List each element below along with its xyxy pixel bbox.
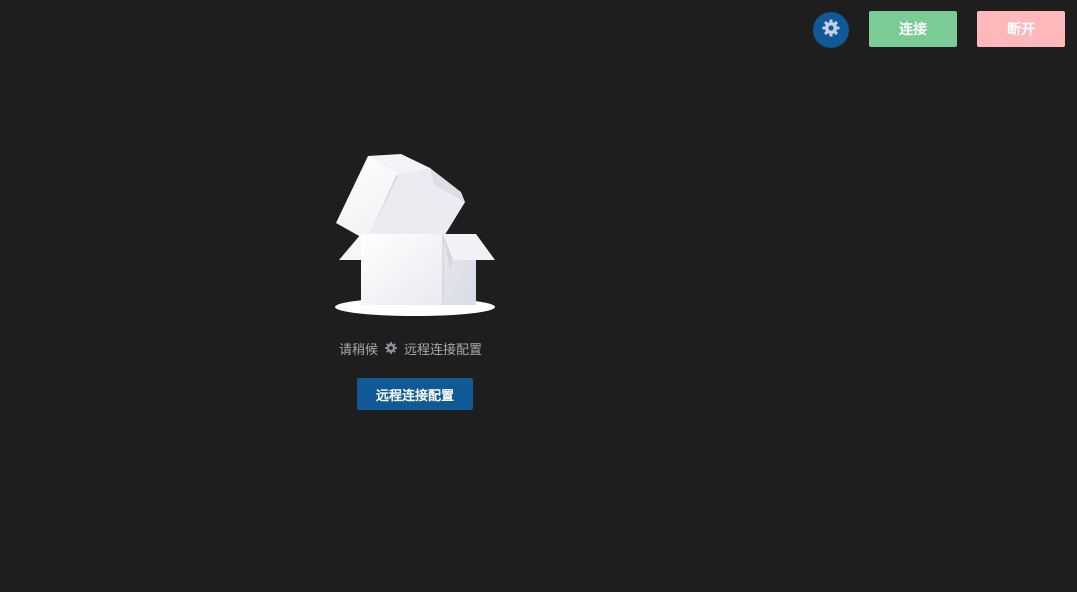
loading-status: 请稍候 远程连接配置	[339, 337, 499, 359]
gear-icon	[821, 18, 841, 42]
app-window: 连接 断开 请稍候 远程连接配置 远程连接配置	[0, 0, 1077, 592]
disconnect-button[interactable]: 断开	[977, 11, 1065, 47]
wait-prefix-text: 请稍候	[339, 342, 379, 358]
wait-suffix-text: 远程连接配置	[404, 342, 483, 358]
open-box-illustration	[333, 154, 498, 320]
settings-button[interactable]	[813, 12, 849, 48]
gear-icon	[384, 341, 398, 355]
remote-connection-config-button[interactable]: 远程连接配置	[357, 378, 473, 410]
connect-button[interactable]: 连接	[869, 11, 957, 47]
